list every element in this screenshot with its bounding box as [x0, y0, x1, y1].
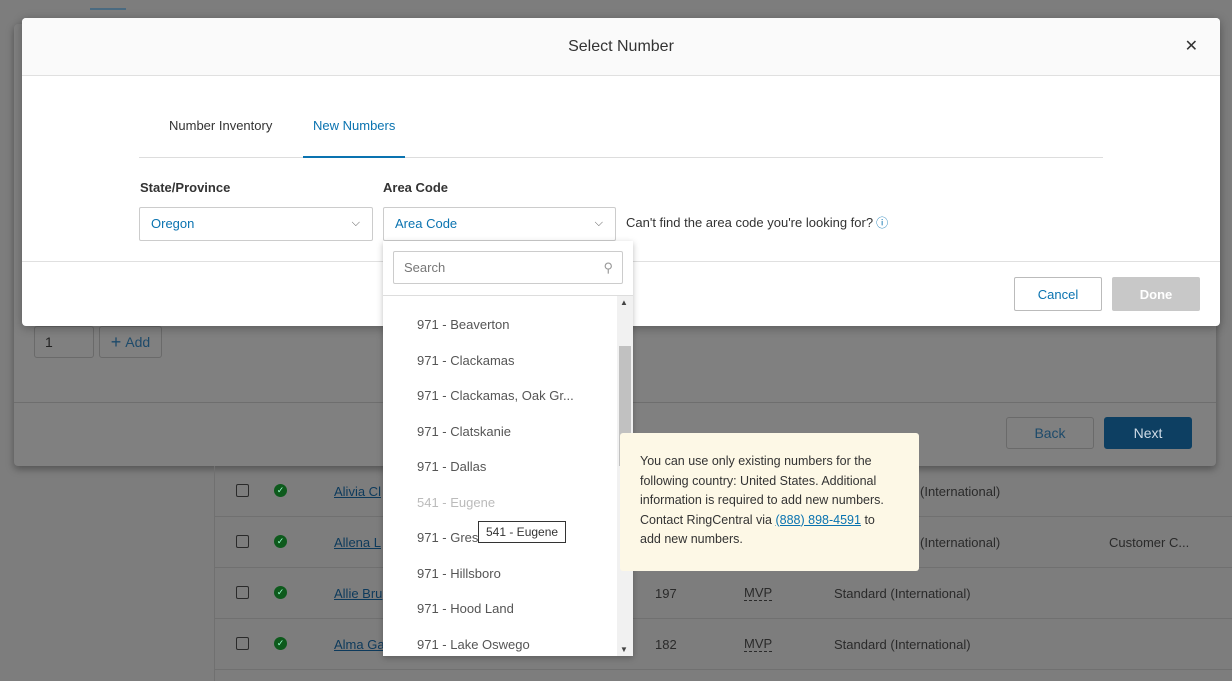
- list-item[interactable]: 971 - Clatskanie: [417, 424, 511, 439]
- add-button[interactable]: + Add: [99, 326, 162, 358]
- table-row: ✓ Alma Ga 182 MVP Standard (Internationa…: [215, 619, 1232, 670]
- row-checkbox[interactable]: [236, 586, 249, 599]
- search-placeholder: Search: [404, 260, 446, 275]
- state-value: Oregon: [151, 216, 195, 231]
- phone-link[interactable]: (888) 898-4591: [775, 513, 860, 527]
- tab-number-inventory[interactable]: Number Inventory: [159, 100, 282, 158]
- user-name-link[interactable]: Allie Bru: [334, 586, 382, 601]
- list-item[interactable]: 971 - Hood Land: [417, 601, 514, 616]
- info-icon[interactable]: ⓘ: [876, 216, 888, 230]
- role: MVP: [744, 636, 773, 652]
- area-code-list: ▲ ▼ 971 - Beaverton 971 - Clackamas 971 - …: [383, 295, 633, 656]
- plus-icon: +: [110, 331, 122, 352]
- check-circle-icon: ✓: [274, 637, 287, 650]
- close-icon[interactable]: ✕: [1185, 36, 1198, 56]
- search-input[interactable]: Search ⚲: [393, 251, 623, 284]
- department: Customer C...: [1109, 535, 1190, 550]
- list-item[interactable]: 971 - Hillsboro: [417, 566, 501, 581]
- background-tab-indicator: [90, 8, 126, 10]
- role: MVP: [744, 585, 773, 601]
- area-code-select[interactable]: Area Code ⌵: [383, 207, 616, 241]
- state-select[interactable]: Oregon ⌵: [139, 207, 373, 241]
- chevron-down-icon: ⌵: [594, 217, 603, 229]
- table-row: ✓ Allie Bru 197 MVP Standard (Internatio…: [215, 568, 1232, 619]
- area-code-label: Area Code: [383, 180, 449, 195]
- item-tooltip: 541 - Eugene: [478, 521, 567, 543]
- user-type: Standard (International): [834, 586, 971, 601]
- list-item[interactable]: 971 - Clackamas, Oak Gr...: [417, 388, 574, 403]
- user-type: (International): [920, 535, 1001, 550]
- hint-text: Can't find the area code you're looking …: [626, 215, 874, 230]
- check-circle-icon: ✓: [274, 484, 287, 497]
- area-code-hint: Can't find the area code you're looking …: [626, 214, 888, 231]
- quantity-input[interactable]: 1: [34, 326, 94, 358]
- row-checkbox[interactable]: [236, 535, 249, 548]
- check-circle-icon: ✓: [274, 586, 287, 599]
- extension: 197: [655, 586, 677, 601]
- chevron-down-icon: ⌵: [351, 217, 360, 229]
- tab-new-numbers[interactable]: New Numbers: [303, 100, 406, 158]
- extension: 182: [655, 637, 677, 652]
- next-button[interactable]: Next: [1104, 417, 1192, 449]
- user-name-link[interactable]: Allena L: [334, 535, 381, 550]
- back-button[interactable]: Back: [1006, 417, 1094, 449]
- scroll-down-icon[interactable]: ▼: [620, 645, 628, 654]
- list-item: 541 - Eugene: [417, 494, 496, 510]
- done-button[interactable]: Done: [1112, 277, 1200, 311]
- area-code-dropdown: Search ⚲ ▲ ▼ 971 - Beaverton 971 - Clackam…: [383, 241, 633, 656]
- user-type: (International): [920, 484, 1001, 499]
- new-numbers-notice: You can use only existing numbers for th…: [620, 433, 919, 571]
- user-name-link[interactable]: Alivia Cl: [334, 484, 381, 499]
- user-name-link[interactable]: Alma Ga: [334, 637, 385, 652]
- row-checkbox[interactable]: [236, 484, 249, 497]
- search-icon: ⚲: [603, 260, 613, 275]
- user-type: Standard (International): [834, 637, 971, 652]
- dialog-title: Select Number: [22, 18, 1220, 76]
- list-item[interactable]: 971 - Beaverton: [417, 317, 510, 332]
- state-label: State/Province: [140, 180, 231, 195]
- scroll-up-icon[interactable]: ▲: [620, 298, 628, 307]
- row-checkbox[interactable]: [236, 637, 249, 650]
- area-code-value: Area Code: [395, 216, 458, 231]
- list-item[interactable]: 971 - Dallas: [417, 459, 486, 474]
- list-item[interactable]: 971 - Lake Oswego: [417, 637, 530, 652]
- check-circle-icon: ✓: [274, 535, 287, 548]
- add-label: Add: [125, 334, 151, 350]
- list-item[interactable]: 971 - Clackamas: [417, 353, 515, 368]
- cancel-button[interactable]: Cancel: [1014, 277, 1102, 311]
- tab-bar: Number Inventory New Numbers: [139, 100, 1103, 158]
